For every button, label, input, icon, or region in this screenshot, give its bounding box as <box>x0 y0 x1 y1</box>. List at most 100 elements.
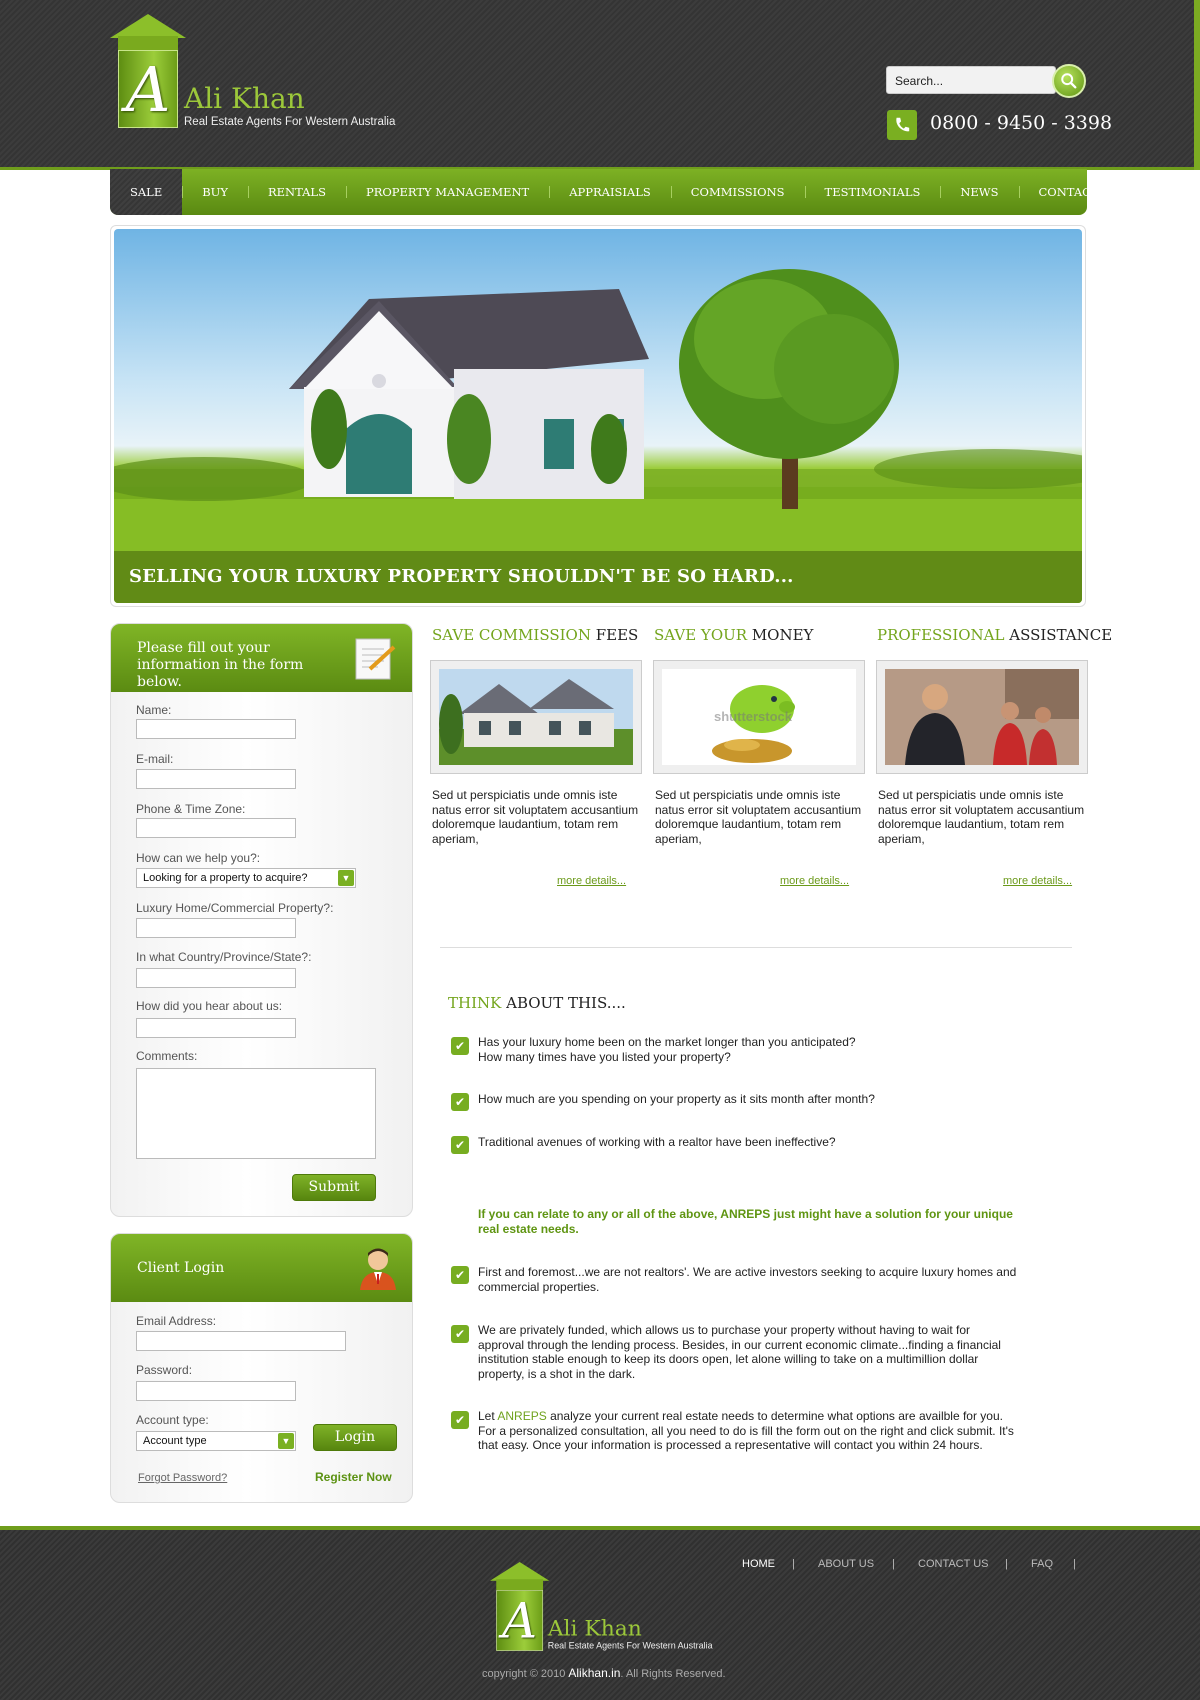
nav-item-contact[interactable]: CONTACT <box>1018 169 1119 215</box>
notepad-icon <box>355 638 396 680</box>
phone-field[interactable] <box>136 818 296 838</box>
search-input[interactable]: Search... <box>886 66 1056 94</box>
phone-label: Phone & Time Zone: <box>136 802 246 816</box>
hero-caption: SELLING YOUR LUXURY PROPERTY SHOULDN'T B… <box>114 551 1082 603</box>
search-icon <box>1061 73 1077 89</box>
country-label: In what Country/Province/State?: <box>136 950 312 964</box>
footer-separator: | <box>1005 1558 1008 1570</box>
country-field[interactable] <box>136 968 296 988</box>
brand-name: Ali Khan <box>184 82 305 115</box>
forgot-password-link[interactable]: Forgot Password? <box>138 1472 227 1484</box>
property-label: Luxury Home/Commercial Property?: <box>136 901 334 915</box>
search-button[interactable] <box>1052 64 1086 98</box>
property-field[interactable] <box>136 918 296 938</box>
footer-link-about[interactable]: ABOUT US <box>818 1558 874 1570</box>
check-icon: ✔ <box>451 1093 469 1111</box>
footer-link-home[interactable]: HOME <box>742 1558 775 1570</box>
name-label: Name: <box>136 703 172 717</box>
login-button[interactable]: Login <box>313 1424 397 1451</box>
logo-mark: A <box>118 50 178 128</box>
nav-item-buy[interactable]: BUY <box>182 169 248 215</box>
question-3: Traditional avenues of working with a re… <box>478 1135 836 1149</box>
login-email-field[interactable] <box>136 1331 346 1351</box>
point-2: We are privately funded, which allows us… <box>478 1323 1001 1381</box>
think-title: THINK ABOUT THIS.... <box>448 994 626 1012</box>
feature-image-house[interactable] <box>430 660 642 774</box>
house-illustration <box>114 269 1082 603</box>
login-email-label: Email Address: <box>136 1314 217 1328</box>
register-now-link[interactable]: Register Now <box>315 1470 392 1484</box>
comments-textarea[interactable] <box>136 1068 376 1159</box>
nav-item-sale[interactable]: SALE <box>110 169 183 215</box>
logo-roof <box>110 14 186 38</box>
phone-icon <box>887 110 917 140</box>
nav-item-testimonials[interactable]: TESTIMONIALS <box>804 169 941 215</box>
phone-number: 0800 - 9450 - 3398 <box>930 112 1113 134</box>
footer-separator: | <box>792 1558 795 1570</box>
feature-text-assistance: Sed ut perspiciatis unde omnis iste natu… <box>878 788 1085 846</box>
info-form-title: Please fill out your information in the … <box>137 640 304 690</box>
point-1: First and foremost...we are not realtors… <box>478 1265 1017 1294</box>
feature-title-assistance: PROFESSIONAL ASSISTANCE <box>877 626 1113 644</box>
nav-item-property-management[interactable]: PROPERTY MANAGEMENT <box>345 169 549 215</box>
password-field[interactable] <box>136 1381 296 1401</box>
password-label: Password: <box>136 1363 193 1377</box>
more-details-link-money[interactable]: more details... <box>780 875 849 887</box>
account-type-select[interactable]: Account type ▼ <box>136 1431 296 1451</box>
nav-item-news[interactable]: NEWS <box>940 169 1018 215</box>
hero-image: SELLING YOUR LUXURY PROPERTY SHOULDN'T B… <box>114 229 1082 603</box>
more-details-link-commission[interactable]: more details... <box>557 875 626 887</box>
site-link[interactable]: Alikhan.in <box>568 1666 620 1680</box>
chevron-down-icon: ▼ <box>338 870 354 886</box>
feature-image-agents[interactable] <box>876 660 1088 774</box>
footer-logo[interactable]: A Ali Khan Real Estate Agents For Wester… <box>490 1562 724 1656</box>
client-login-header: Client Login <box>111 1234 412 1302</box>
feature-title-commission: SAVE COMMISSION FEES <box>432 626 639 644</box>
nav-item-rentals[interactable]: RENTALS <box>247 169 346 215</box>
stock-watermark: shutterstock <box>714 709 793 724</box>
more-details-link-assistance[interactable]: more details... <box>1003 875 1072 887</box>
feature-image-piggy-bank[interactable]: shutterstock <box>653 660 865 774</box>
nav-item-appraisials[interactable]: APPRAISIALS <box>549 169 671 215</box>
help-label: How can we help you?: <box>136 851 261 865</box>
client-login-title: Client Login <box>137 1260 225 1276</box>
footer: HOME | ABOUT US | CONTACT US | FAQ | A A… <box>0 1526 1200 1700</box>
question-1: Has your luxury home been on the market … <box>478 1035 856 1064</box>
main-nav: SALE BUY RENTALS PROPERTY MANAGEMENT APP… <box>110 169 1099 215</box>
email-label: E-mail: <box>136 752 174 766</box>
point-3: Let ANREPS analyze your current real est… <box>478 1409 1014 1452</box>
account-type-label: Account type: <box>136 1413 209 1427</box>
feature-text-money: Sed ut perspiciatis unde omnis iste natu… <box>655 788 862 846</box>
divider <box>440 947 1072 948</box>
question-2: How much are you spending on your proper… <box>478 1092 875 1106</box>
footer-link-contact[interactable]: CONTACT US <box>918 1558 989 1570</box>
check-icon: ✔ <box>451 1266 469 1284</box>
check-icon: ✔ <box>451 1136 469 1154</box>
chevron-down-icon: ▼ <box>278 1433 294 1449</box>
submit-button[interactable]: Submit <box>292 1174 376 1201</box>
hear-label: How did you hear about us: <box>136 999 283 1013</box>
help-select[interactable]: Looking for a property to acquire? ▼ <box>136 868 356 888</box>
check-icon: ✔ <box>451 1325 469 1343</box>
copyright: copyright © 2010 Alikhan.in. All Rights … <box>482 1666 726 1680</box>
name-field[interactable] <box>136 719 296 739</box>
footer-separator: | <box>1073 1558 1076 1570</box>
email-field[interactable] <box>136 769 296 789</box>
nav-item-commissions[interactable]: COMMISSIONS <box>670 169 805 215</box>
highlight-message: If you can relate to any or all of the a… <box>478 1207 1013 1236</box>
brand-logo[interactable]: A Ali Khan Real Estate Agents For Wester… <box>110 14 410 134</box>
anreps-link[interactable]: ANREPS <box>497 1409 546 1423</box>
brand-tagline: Real Estate Agents For Western Australia <box>184 116 396 128</box>
info-form-header: Please fill out your information in the … <box>111 624 412 692</box>
user-avatar-icon <box>360 1248 396 1290</box>
hear-field[interactable] <box>136 1018 296 1038</box>
check-icon: ✔ <box>451 1411 469 1429</box>
comments-label: Comments: <box>136 1049 198 1063</box>
footer-link-faq[interactable]: FAQ <box>1031 1558 1053 1570</box>
check-icon: ✔ <box>451 1037 469 1055</box>
feature-text-commission: Sed ut perspiciatis unde omnis iste natu… <box>432 788 639 846</box>
hero-banner: SELLING YOUR LUXURY PROPERTY SHOULDN'T B… <box>110 225 1086 607</box>
feature-title-money: SAVE YOUR MONEY <box>654 626 814 644</box>
header: A Ali Khan Real Estate Agents For Wester… <box>0 0 1200 170</box>
footer-separator: | <box>892 1558 895 1570</box>
